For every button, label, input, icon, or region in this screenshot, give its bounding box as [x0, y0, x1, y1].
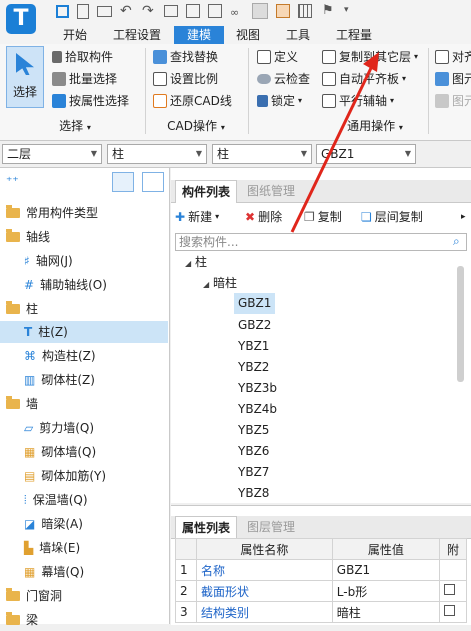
arrow-line: [290, 65, 374, 233]
annotation-arrow: [290, 52, 379, 233]
